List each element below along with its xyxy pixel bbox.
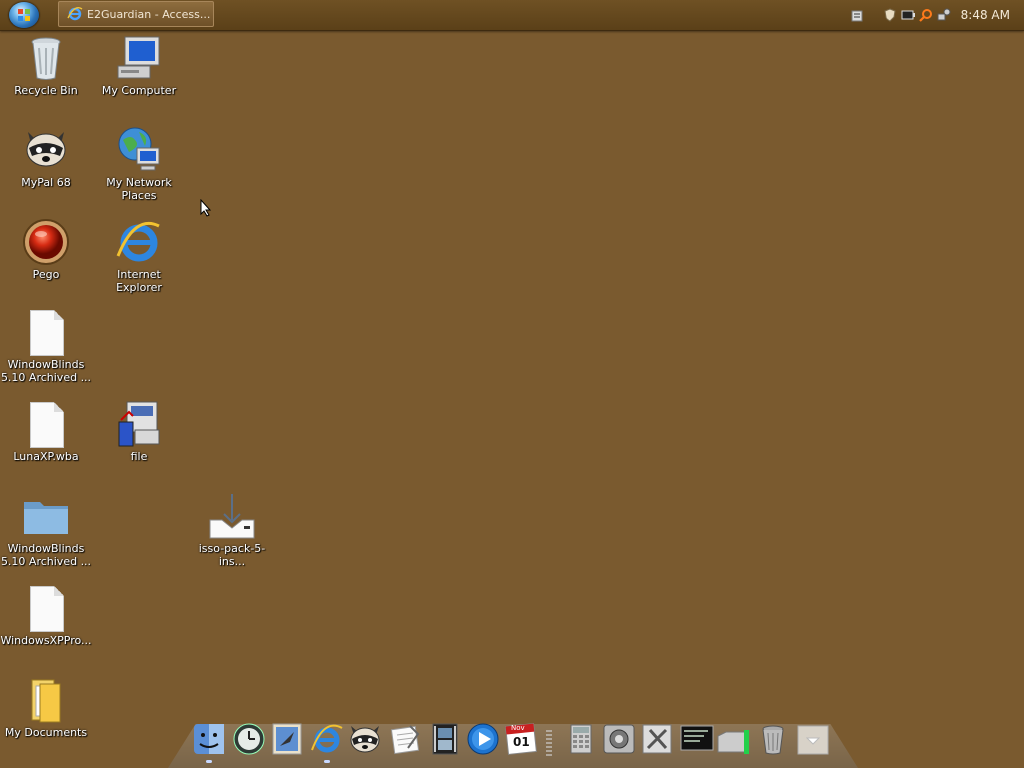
dock-mypal[interactable] <box>348 722 382 756</box>
download-tray-icon <box>208 492 256 540</box>
desktop-icon-label: MyPal 68 <box>21 176 71 189</box>
dock-time-machine[interactable] <box>232 722 266 756</box>
desktop-icon-recycle-bin[interactable]: Recycle Bin <box>0 34 92 97</box>
internet-explorer-icon <box>67 6 83 22</box>
desktop-icon-windowsxppro[interactable]: WindowsXPPro... <box>0 584 92 647</box>
desktop-icon-label: Recycle Bin <box>14 84 78 97</box>
calculator-icon <box>570 724 592 754</box>
taskbar-button-label: E2Guardian - Access... <box>87 7 211 21</box>
dock-textedit[interactable] <box>388 722 422 756</box>
desktop-icon-internet-explorer[interactable]: Internet Explorer <box>93 218 185 294</box>
desktop-icon-file[interactable]: file <box>93 400 185 463</box>
trash-icon <box>762 725 784 755</box>
raccoon-icon <box>22 126 70 174</box>
desktop-icon-mypal[interactable]: MyPal 68 <box>0 126 92 189</box>
dock-drive[interactable] <box>716 722 750 756</box>
clock[interactable]: 8:48 AM <box>961 8 1010 22</box>
desktop-icon-label: Internet Explorer <box>116 268 162 294</box>
documents-folder-icon <box>22 676 70 724</box>
raccoon-icon <box>350 726 380 753</box>
calendar-day: 01 <box>513 735 530 749</box>
desktop-icon-label: Pego <box>32 268 60 281</box>
desktop-icon-lunaxp[interactable]: LunaXP.wba <box>0 400 92 463</box>
finder-icon <box>194 724 224 754</box>
network-status-icon[interactable] <box>851 8 863 22</box>
desktop-icon-my-documents[interactable]: My Documents <box>0 676 92 739</box>
dock-mail[interactable] <box>270 722 304 756</box>
media-player-icon <box>467 723 499 755</box>
desktop-icon-label: My Computer <box>101 84 177 97</box>
dock-media-player[interactable] <box>466 722 500 756</box>
recycle-bin-icon <box>22 34 70 82</box>
dock-separator <box>546 730 552 758</box>
battery-icon[interactable] <box>901 8 915 22</box>
network-globe-icon <box>115 126 163 174</box>
desktop-icon-label: WindowBlinds 5.10 Archived ... <box>0 358 92 384</box>
desktop-icon-label: file <box>130 450 148 463</box>
utilities-icon <box>642 724 672 754</box>
desktop-icon-isso-pack[interactable]: isso-pack-5-ins... <box>186 492 278 568</box>
desktop-icon-label: LunaXP.wba <box>13 450 79 463</box>
desktop-icon-label: isso-pack-5-ins... <box>198 542 266 568</box>
dock-running-indicator <box>324 760 330 763</box>
desktop-icon-label: WindowsXPPro... <box>0 634 92 647</box>
desktop-icon-pego[interactable]: Pego <box>0 218 92 281</box>
dock-calculator[interactable] <box>564 722 598 756</box>
desktop-icon-label: WindowBlinds 5.10 Archived ... <box>0 542 92 568</box>
dock-calendar[interactable]: Nov 01 <box>504 722 538 756</box>
mail-stamp-icon <box>272 723 302 755</box>
desktop-icon-my-network-places[interactable]: My Network Places <box>93 126 185 202</box>
top-taskbar: E2Guardian - Access... 8:48 AM <box>0 0 1024 31</box>
textedit-icon <box>390 725 420 755</box>
desktop-icon-windowblinds-archive[interactable]: WindowBlinds 5.10 Archived ... <box>0 308 92 384</box>
film-strip-icon <box>432 723 458 755</box>
dock-stack[interactable] <box>796 722 830 756</box>
system-preferences-icon <box>603 724 635 754</box>
time-machine-icon <box>233 723 265 755</box>
shield-icon[interactable] <box>883 8 897 22</box>
installer-icon <box>115 400 163 448</box>
desktop-icon-my-computer[interactable]: My Computer <box>93 34 185 97</box>
dock-trash[interactable] <box>756 722 790 756</box>
desktop-icon-windowblinds-folder[interactable]: WindowBlinds 5.10 Archived ... <box>0 492 92 568</box>
taskbar-button-e2guardian[interactable]: E2Guardian - Access... <box>58 1 214 27</box>
desktop-icon-label: My Network Places <box>106 176 172 202</box>
desktop-icon-label: My Documents <box>4 726 88 739</box>
document-icon <box>22 400 70 448</box>
red-orb-icon <box>22 218 70 266</box>
internet-explorer-icon <box>311 724 343 753</box>
drive-icon <box>717 730 749 754</box>
stack-icon <box>797 725 829 755</box>
document-icon <box>22 584 70 632</box>
computer-icon <box>115 34 163 82</box>
dock-console[interactable] <box>680 722 714 756</box>
document-icon <box>22 308 70 356</box>
dock-utilities[interactable] <box>640 722 674 756</box>
console-icon <box>680 725 714 751</box>
start-button[interactable] <box>9 2 39 28</box>
dock-system-preferences[interactable] <box>602 722 636 756</box>
search-icon[interactable] <box>918 8 933 22</box>
internet-explorer-icon <box>115 218 163 266</box>
mouse-cursor-icon <box>200 199 212 217</box>
user-network-icon[interactable] <box>937 8 951 22</box>
folder-icon <box>22 492 70 540</box>
dock-running-indicator <box>206 760 212 763</box>
dock-finder[interactable] <box>192 722 226 756</box>
dock-internet-explorer[interactable] <box>310 722 344 756</box>
calendar-month: Nov <box>511 724 525 732</box>
system-tray: 8:48 AM <box>879 0 1024 30</box>
dock-video[interactable] <box>428 722 462 756</box>
